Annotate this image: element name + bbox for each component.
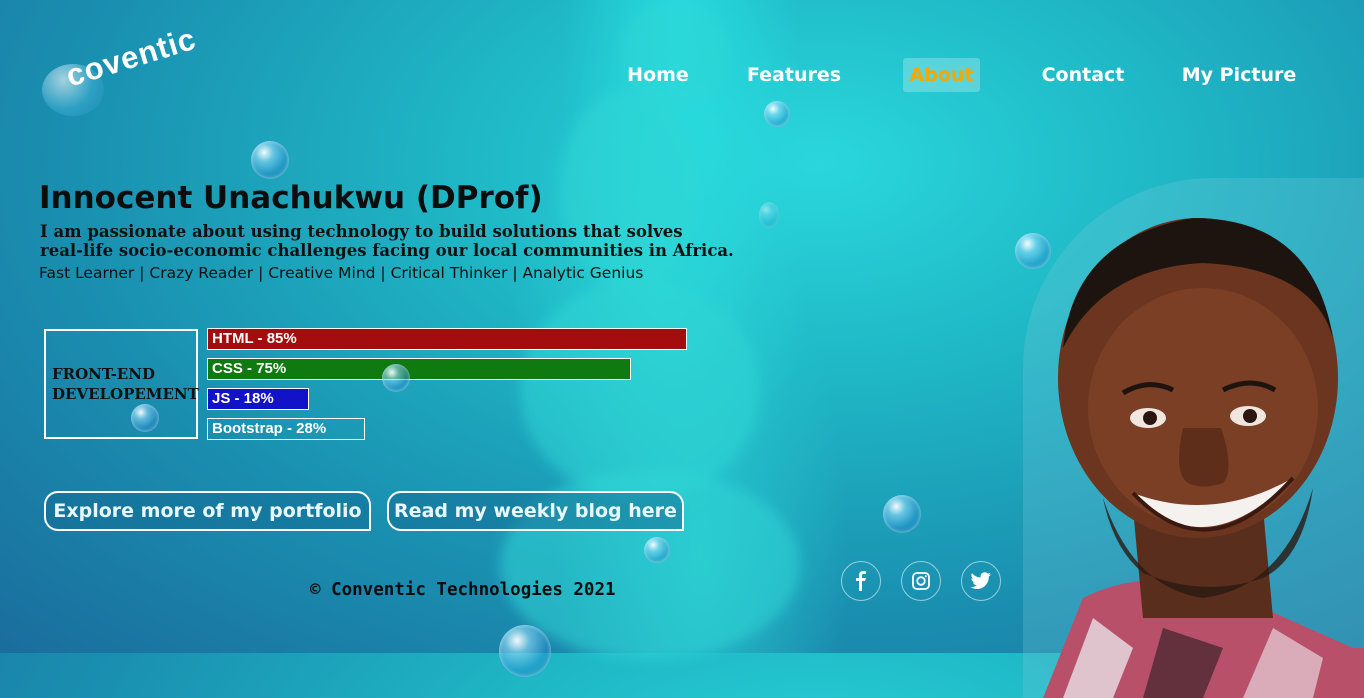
hero-bio-line: I am passionate about using technology t… <box>40 222 683 241</box>
logo[interactable]: coventic <box>40 21 210 120</box>
hero-bio: I am passionate about using technology t… <box>40 222 740 260</box>
nav-features[interactable]: Features <box>742 58 846 92</box>
bubble-decoration <box>251 141 289 179</box>
skill-bar-html: HTML - 85% <box>207 328 687 350</box>
skill-bar-css: CSS - 75% <box>207 358 631 380</box>
bubble-decoration <box>759 202 779 228</box>
profile-photo <box>1043 218 1364 698</box>
hero-traits: Fast Learner | Crazy Reader | Creative M… <box>39 264 644 282</box>
nav-home[interactable]: Home <box>620 58 696 92</box>
explore-portfolio-button[interactable]: Explore more of my portfolio <box>44 491 371 531</box>
bubble-decoration <box>131 404 159 432</box>
hero-bio-line: real-life socio-economic challenges faci… <box>40 241 734 260</box>
facebook-icon[interactable] <box>841 561 881 601</box>
ink-blob <box>560 90 700 290</box>
copyright-text: © Conventic Technologies 2021 <box>310 580 616 600</box>
skill-title-line: DEVELOPEMENT <box>52 385 199 403</box>
ink-blob <box>620 0 730 110</box>
profile-photo-panel <box>1023 178 1364 698</box>
hero-name: Innocent Unachukwu (DProf) <box>39 180 543 216</box>
nav-my-picture[interactable]: My Picture <box>1176 58 1302 92</box>
skill-category-box: FRONT-END DEVELOPEMENT <box>44 329 199 439</box>
nav-about[interactable]: About <box>903 58 980 92</box>
instagram-icon[interactable] <box>901 561 941 601</box>
read-blog-button[interactable]: Read my weekly blog here <box>387 491 684 531</box>
bubble-decoration <box>644 537 670 563</box>
skill-bar-js: JS - 18% <box>207 388 309 410</box>
bubble-decoration <box>764 101 790 127</box>
nav-contact[interactable]: Contact <box>1035 58 1131 92</box>
ink-blob <box>520 280 760 500</box>
bubble-decoration <box>382 364 410 392</box>
logo-text: coventic <box>62 20 201 94</box>
bubble-decoration <box>499 625 551 677</box>
skill-title-line: FRONT-END <box>52 365 155 383</box>
bubble-decoration <box>883 495 921 533</box>
skill-bar-bootstrap: Bootstrap - 28% <box>207 418 365 440</box>
twitter-icon[interactable] <box>961 561 1001 601</box>
skill-category-title: FRONT-END DEVELOPEMENT <box>52 364 199 404</box>
